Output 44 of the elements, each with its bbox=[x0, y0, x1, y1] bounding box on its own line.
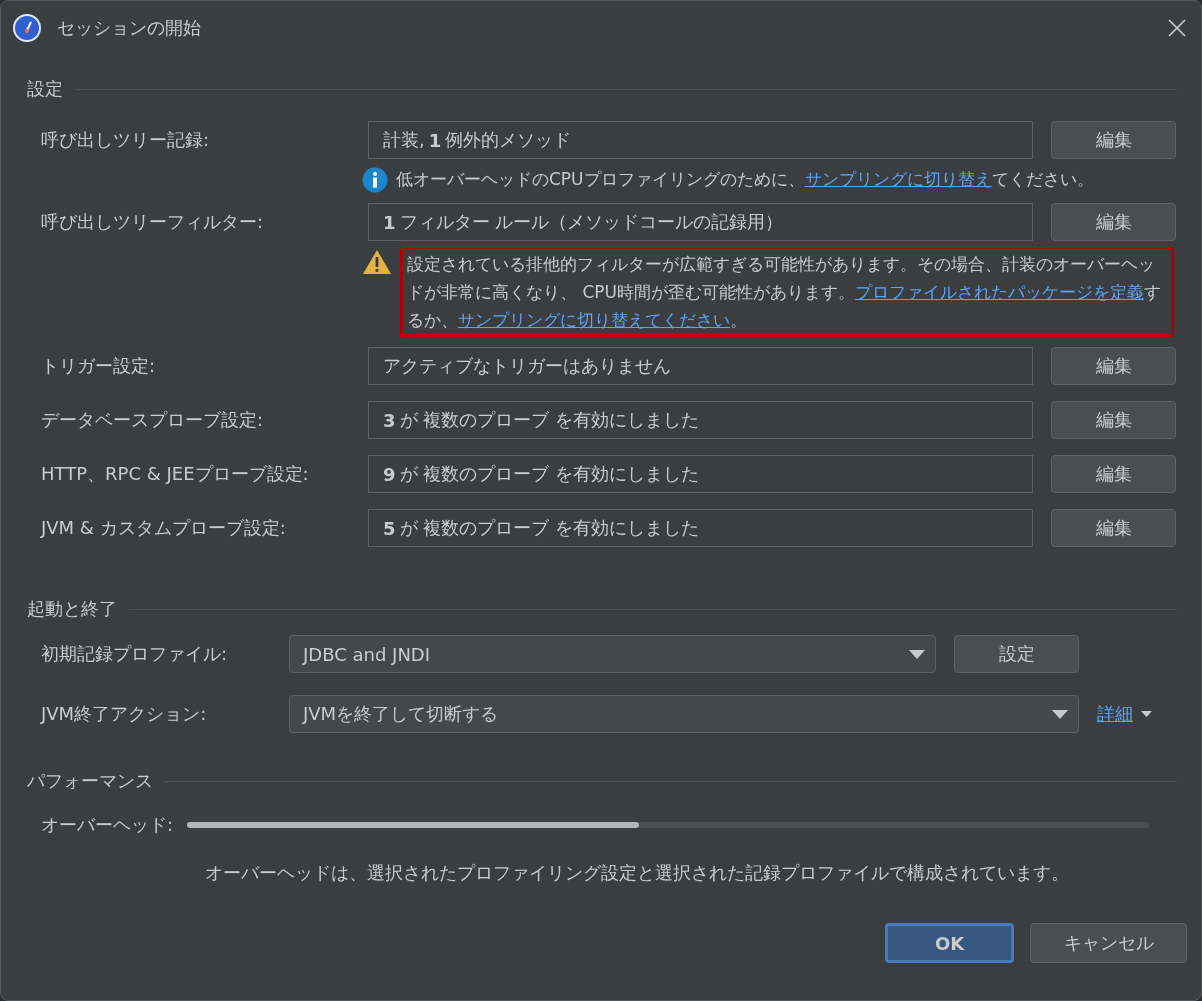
edit-button[interactable]: 編集 bbox=[1051, 121, 1176, 159]
settings-button[interactable]: 設定 bbox=[954, 635, 1079, 673]
edit-button[interactable]: 編集 bbox=[1051, 401, 1176, 439]
field-label: 呼び出しツリーフィルター: bbox=[41, 210, 265, 234]
field-label: トリガー設定: bbox=[41, 354, 157, 378]
value-field: 1 フィルター ルール（メソッドコールの記録用） bbox=[368, 203, 1033, 241]
field-label: HTTP、RPC & JEEプローブ設定: bbox=[41, 462, 310, 486]
field-label: オーバーヘッド: bbox=[41, 813, 174, 837]
details-link[interactable]: 詳細 bbox=[1097, 702, 1133, 726]
edit-button[interactable]: 編集 bbox=[1051, 203, 1176, 241]
value-field: 3 が 複数のプローブ を有効にしました bbox=[368, 401, 1033, 439]
edit-button[interactable]: 編集 bbox=[1051, 509, 1176, 547]
info-icon bbox=[362, 167, 388, 193]
field-label: JVM & カスタムプローブ設定: bbox=[41, 516, 287, 540]
field-label: データベースプローブ設定: bbox=[41, 408, 265, 432]
text-link[interactable]: サンプリングに切り替えてください bbox=[458, 310, 730, 330]
window-title: セッションの開始 bbox=[57, 16, 202, 40]
ok-button[interactable]: OK bbox=[885, 923, 1014, 963]
info-text: 低オーバーヘッドのCPUプロファイリングのために、サンプリングに切り替えてください。 bbox=[396, 168, 1094, 191]
exit-action-dropdown[interactable]: JVMを終了して切断する bbox=[289, 695, 1079, 733]
description-text: オーバーヘッドは、選択されたプロファイリング設定と選択された記録プロファイルで構成されています。 bbox=[205, 861, 1070, 885]
caret-icon bbox=[909, 649, 925, 659]
text-link[interactable]: プロファイルされたパッケージを定義 bbox=[854, 282, 1144, 302]
section-heading: 設定 bbox=[27, 77, 63, 101]
warning-icon bbox=[362, 249, 392, 275]
caret-icon bbox=[1052, 709, 1068, 719]
field-label: 呼び出しツリー記録: bbox=[41, 128, 211, 152]
text-link[interactable]: サンプリングに切り替え bbox=[804, 169, 992, 189]
value-field: 9 が 複数のプローブ を有効にしました bbox=[368, 455, 1033, 493]
gauge-icon bbox=[13, 14, 41, 42]
value-field: 計装, 1 例外的メソッド bbox=[368, 121, 1033, 159]
edit-button[interactable]: 編集 bbox=[1051, 347, 1176, 385]
value-field: アクティブなトリガーはありません bbox=[368, 347, 1033, 385]
close-icon[interactable] bbox=[1167, 18, 1187, 38]
field-label: 初期記録プロファイル: bbox=[41, 642, 229, 666]
profile-dropdown[interactable]: JDBC and JNDI bbox=[289, 635, 936, 673]
value-field: 5 が 複数のプローブ を有効にしました bbox=[368, 509, 1033, 547]
cancel-button[interactable]: キャンセル bbox=[1030, 923, 1187, 963]
warning-text: 設定されている排他的フィルターが広範すぎる可能性があります。その場合、計装のオーバーヘッドが非常に高くなり、 CPU時間が歪む可能性があります。プロファイルされたパッケージを定義するか、サンプリングに切り替えてください。 bbox=[400, 247, 1174, 337]
field-label: JVM終了アクション: bbox=[41, 702, 208, 726]
section-heading: 起動と終了 bbox=[27, 597, 117, 621]
caret-icon[interactable] bbox=[1141, 711, 1152, 717]
edit-button[interactable]: 編集 bbox=[1051, 455, 1176, 493]
section-heading: パフォーマンス bbox=[27, 769, 153, 793]
